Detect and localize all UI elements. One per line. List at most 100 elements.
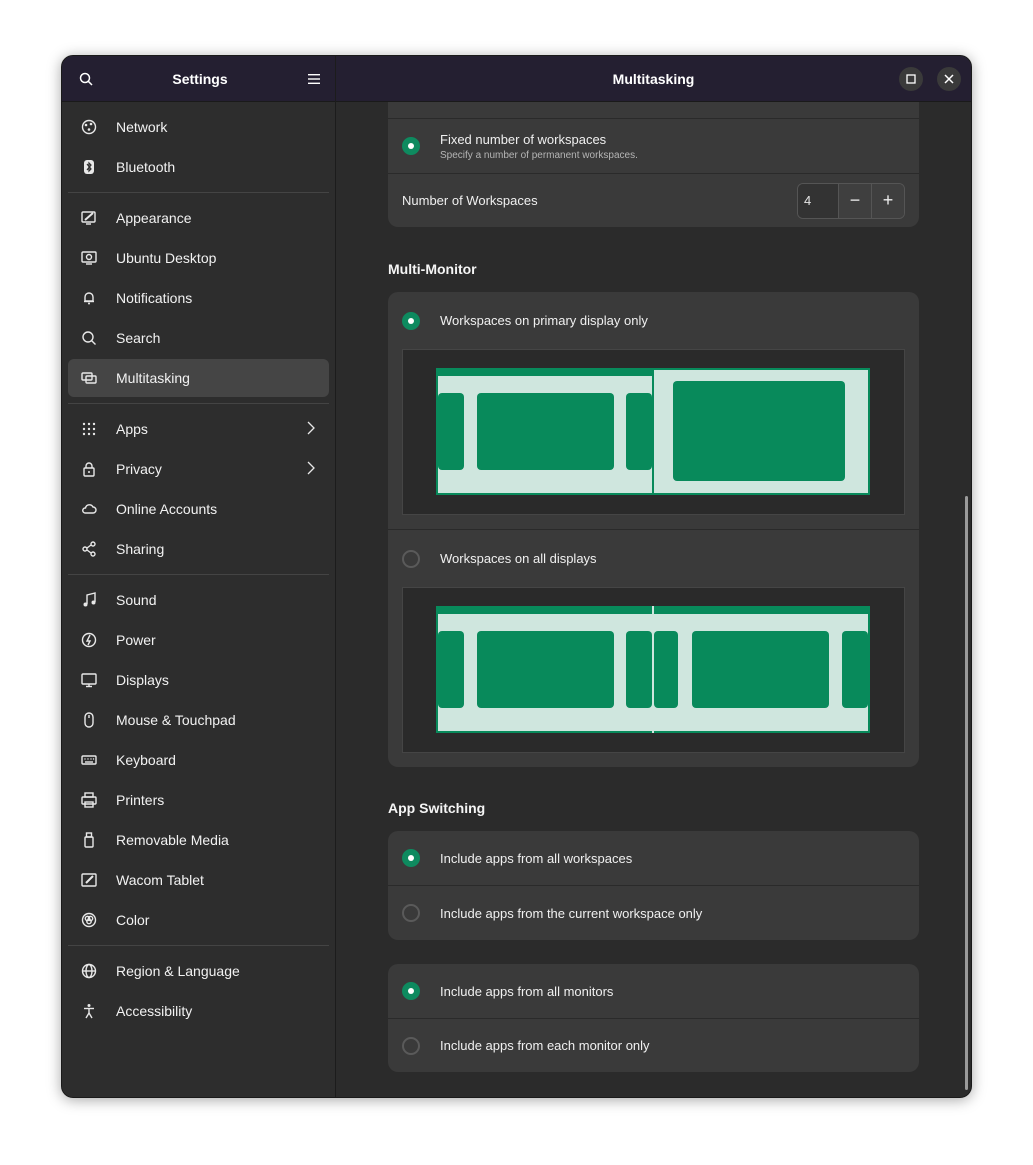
sidebar-title: Settings (172, 70, 228, 87)
color-icon (80, 911, 98, 929)
sidebar-item-privacy[interactable]: Privacy (68, 450, 329, 488)
sidebar-item-network[interactable]: Network (68, 108, 329, 146)
sidebar-item-wacom-tablet[interactable]: Wacom Tablet (68, 861, 329, 899)
appearance-icon (80, 209, 98, 227)
sidebar-item-label: Apps (116, 421, 148, 437)
lock-icon (80, 460, 98, 478)
sidebar-item-sharing[interactable]: Sharing (68, 530, 329, 568)
increment-button[interactable]: + (871, 183, 904, 218)
display-icon (80, 671, 98, 689)
power-icon (80, 631, 98, 649)
bell-icon (80, 289, 98, 307)
sidebar-item-label: Notifications (116, 290, 193, 306)
app-switching-title: App Switching (388, 800, 486, 816)
sidebar-item-region-language[interactable]: Region & Language (68, 952, 329, 990)
sidebar-list: Network Bluetooth Appearance Ubuntu Desktop… (62, 102, 335, 1030)
all-monitors-row[interactable]: Include apps from all monitors (388, 964, 919, 1018)
fixed-workspaces-subtitle: Specify a number of permanent workspaces… (440, 149, 638, 161)
page-title: Multitasking (612, 70, 695, 87)
fixed-workspaces-row[interactable]: Fixed number of workspaces Specify a num… (388, 118, 919, 173)
all-displays-option[interactable]: Workspaces on all displays (388, 529, 919, 753)
fixed-workspaces-label: Fixed number of workspaces (440, 131, 607, 147)
sidebar-item-keyboard[interactable]: Keyboard (68, 741, 329, 779)
search-icon[interactable] (77, 70, 95, 88)
sidebar-item-label: Privacy (116, 461, 162, 477)
maximize-icon (906, 74, 916, 84)
sidebar: Settings Network Bluetooth Appearance Ubunt… (62, 56, 336, 1097)
main-panel: Multitasking Fixed number of workspaces … (336, 56, 971, 1097)
sidebar-item-removable-media[interactable]: Removable Media (68, 821, 329, 859)
sidebar-item-bluetooth[interactable]: Bluetooth (68, 148, 329, 186)
bluetooth-icon (80, 158, 98, 176)
sidebar-item-accessibility[interactable]: Accessibility (68, 992, 329, 1030)
all-displays-row[interactable]: Workspaces on all displays (388, 530, 919, 587)
accessibility-icon (80, 1002, 98, 1020)
sidebar-item-label: Sharing (116, 541, 165, 557)
sidebar-item-mouse-touchpad[interactable]: Mouse & Touchpad (68, 701, 329, 739)
decrement-button[interactable]: − (838, 183, 871, 218)
fixed-workspaces-radio[interactable] (402, 137, 420, 155)
sidebar-item-label: Removable Media (116, 832, 229, 848)
share-icon (80, 540, 98, 558)
sidebar-item-label: Keyboard (116, 752, 176, 768)
primary-display-illustration (402, 349, 905, 515)
sidebar-item-power[interactable]: Power (68, 621, 329, 659)
sidebar-item-notifications[interactable]: Notifications (68, 279, 329, 317)
workspaces-count-input[interactable]: 4 (798, 183, 838, 218)
sidebar-item-color[interactable]: Color (68, 901, 329, 939)
sidebar-item-apps[interactable]: Apps (68, 410, 329, 448)
cloud-icon (80, 500, 98, 518)
all-workspaces-label: Include apps from all workspaces (440, 850, 633, 866)
sidebar-header: Settings (62, 56, 335, 102)
sidebar-item-multitasking[interactable]: Multitasking (68, 359, 329, 397)
sidebar-item-sound[interactable]: Sound (68, 581, 329, 619)
sidebar-separator (68, 574, 329, 575)
each-monitor-label: Include apps from each monitor only (440, 1038, 650, 1053)
sidebar-item-appearance[interactable]: Appearance (68, 199, 329, 237)
all-monitors-radio[interactable] (402, 982, 420, 1000)
multi-monitor-card: Workspaces on primary display only Works… (388, 292, 919, 767)
app-switching-workspaces-card: Include apps from all workspaces Include… (388, 831, 919, 940)
all-displays-radio[interactable] (402, 549, 420, 568)
printer-icon (80, 791, 98, 809)
sidebar-item-label: Wacom Tablet (116, 872, 204, 888)
settings-window: Settings Network Bluetooth Appearance Ubunt… (61, 55, 972, 1098)
chevron-right-icon (307, 461, 315, 478)
sidebar-item-label: Printers (116, 792, 165, 808)
primary-display-radio[interactable] (402, 311, 420, 330)
sidebar-item-displays[interactable]: Displays (68, 661, 329, 699)
primary-display-option[interactable]: Workspaces on primary display only (388, 292, 919, 515)
sidebar-item-label: Ubuntu Desktop (116, 250, 217, 266)
primary-display-label: Workspaces on primary display only (440, 313, 648, 328)
sidebar-item-label: Appearance (116, 210, 192, 226)
all-workspaces-radio[interactable] (402, 849, 420, 867)
sidebar-item-printers[interactable]: Printers (68, 781, 329, 819)
clipped-row (388, 102, 919, 118)
maximize-button[interactable] (899, 67, 923, 91)
main-header: Multitasking (336, 56, 971, 102)
apps-grid-icon (80, 420, 98, 438)
sidebar-item-search[interactable]: Search (68, 319, 329, 357)
sidebar-item-online-accounts[interactable]: Online Accounts (68, 490, 329, 528)
workspaces-spinbutton[interactable]: 4 − + (797, 182, 905, 219)
network-icon (80, 118, 98, 136)
content-scroll[interactable]: Fixed number of workspaces Specify a num… (388, 102, 919, 1072)
close-icon (944, 74, 954, 84)
current-workspace-row[interactable]: Include apps from the current workspace … (388, 885, 919, 940)
current-workspace-label: Include apps from the current workspace … (440, 905, 703, 921)
sidebar-item-label: Search (116, 330, 161, 346)
scrollbar[interactable] (965, 496, 968, 1090)
sidebar-item-ubuntu-desktop[interactable]: Ubuntu Desktop (68, 239, 329, 277)
sidebar-item-label: Region & Language (116, 963, 240, 979)
all-workspaces-row[interactable]: Include apps from all workspaces (388, 831, 919, 885)
sidebar-item-label: Mouse & Touchpad (116, 712, 236, 728)
current-workspace-radio[interactable] (402, 904, 420, 922)
search-icon (80, 329, 98, 347)
each-monitor-row[interactable]: Include apps from each monitor only (388, 1018, 919, 1072)
music-note-icon (80, 591, 98, 609)
hamburger-menu-icon[interactable] (305, 70, 323, 88)
each-monitor-radio[interactable] (402, 1036, 420, 1055)
close-button[interactable] (937, 67, 961, 91)
primary-display-row[interactable]: Workspaces on primary display only (388, 292, 919, 349)
tablet-icon (80, 871, 98, 889)
